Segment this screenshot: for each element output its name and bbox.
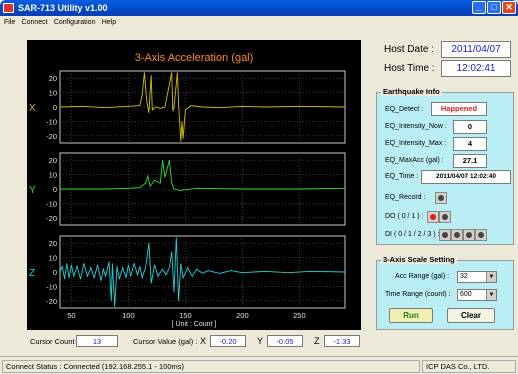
chart-title: 3-Axis Acceleration (gal) — [135, 52, 254, 64]
di-3-led — [475, 229, 487, 241]
cursor-z-field: -1.33 — [324, 335, 360, 347]
di-label: DI ( 0 / 1 / 2 / 3 ) : — [385, 231, 440, 238]
connect-status: Connect Status : Connected (192.168.255.… — [2, 360, 420, 373]
do-1-led[interactable] — [439, 211, 451, 223]
clear-button[interactable]: Clear — [447, 308, 495, 323]
eq-time-field: 2011/04/07 12:02:40 — [421, 170, 511, 184]
menu-connect[interactable]: Connect — [22, 16, 48, 29]
eq-intensity-max-field: 4 — [453, 137, 487, 151]
y-tick-label: -10 — [46, 199, 57, 208]
title-bar: SAR-713 Utility v1.00 _ □ ✕ — [0, 0, 518, 16]
x-tick-label: 100 — [122, 311, 135, 320]
host-date-field: 2011/04/07 — [441, 41, 511, 58]
cursor-x-label: X — [200, 336, 207, 346]
earthquake-info-group: Earthquake Info EQ_Detect : Happened EQ_… — [376, 87, 514, 245]
host-time-label: Host Time : — [384, 63, 435, 74]
x-tick-label: 150 — [179, 311, 192, 320]
company-label: ICP DAS Co., LTD. — [422, 360, 516, 373]
series-label-z: Z — [29, 268, 35, 279]
menu-bar: File Connect Configuration Help — [0, 16, 518, 29]
time-range-label: Time Range (count) : — [385, 291, 451, 298]
status-bar: Connect Status : Connected (192.168.255.… — [0, 356, 518, 374]
maximize-button[interactable]: □ — [487, 1, 501, 14]
y-tick-label: 10 — [49, 254, 57, 263]
y-tick-label: -20 — [46, 214, 57, 223]
acc-range-label: Acc Range (gal) : — [395, 273, 450, 280]
host-time-field: 12:02:41 — [441, 60, 511, 77]
y-tick-label: 20 — [49, 74, 57, 83]
app-icon — [3, 3, 14, 13]
acc-range-select[interactable]: 32 ▼ — [457, 271, 497, 283]
eq-maxacc-label: EQ_MaxAcc (gal) : — [385, 157, 444, 164]
cursor-z-label: Z — [314, 336, 320, 346]
y-tick-label: 10 — [49, 171, 57, 180]
menu-file[interactable]: File — [4, 16, 15, 29]
y-tick-label: -10 — [46, 117, 57, 126]
host-date-label: Host Date : — [384, 44, 435, 55]
run-button[interactable]: Run — [389, 308, 433, 323]
y-tick-label: 20 — [49, 156, 57, 165]
y-tick-label: -10 — [46, 282, 57, 291]
eq-maxacc-field: 27.1 — [453, 154, 487, 168]
y-tick-label: -20 — [46, 297, 57, 306]
cursor-y-label: Y — [257, 336, 264, 346]
eq-detect-field: Happened — [431, 102, 487, 116]
eq-detect-label: EQ_Detect : — [385, 106, 424, 113]
x-axis-label: [ Unit : Count ] — [172, 321, 217, 328]
di-1-led — [451, 229, 463, 241]
eq-time-label: EQ_Time : — [385, 173, 419, 180]
cursor-count-field: 13 — [76, 335, 118, 347]
eq-intensity-now-label: EQ_Intensity_Now : — [385, 123, 447, 130]
series-label-y: Y — [29, 185, 36, 196]
x-tick-label: 50 — [67, 311, 75, 320]
cursor-x-field: -0.20 — [210, 335, 246, 347]
eq-intensity-max-label: EQ_Intensity_Max : — [385, 140, 447, 147]
menu-help[interactable]: Help — [102, 16, 116, 29]
acc-range-value: 32 — [460, 273, 468, 280]
window-title: SAR-713 Utility v1.00 — [18, 3, 108, 13]
y-tick-label: -20 — [46, 132, 57, 141]
eq-record-led[interactable] — [435, 192, 447, 204]
cursor-y-field: -0.05 — [267, 335, 303, 347]
eq-intensity-now-field: 0 — [453, 120, 487, 134]
y-tick-label: 0 — [53, 103, 57, 112]
menu-configuration[interactable]: Configuration — [54, 16, 96, 29]
scale-setting-group: 3-Axis Scale Setting Acc Range (gal) : 3… — [376, 255, 514, 330]
acceleration-chart-panel[interactable]: 3-Axis Acceleration (gal) 20 10 0 -10 -20 X 20 1… — [27, 40, 361, 330]
x-tick-label: 250 — [293, 311, 306, 320]
scale-setting-title: 3-Axis Scale Setting — [381, 255, 457, 264]
series-line-y — [60, 160, 346, 191]
cursor-count-label: Cursor Count : — [30, 337, 79, 346]
series-label-x: X — [29, 103, 36, 114]
y-tick-label: 10 — [49, 89, 57, 98]
chevron-down-icon[interactable]: ▼ — [486, 272, 496, 282]
di-2-led — [463, 229, 475, 241]
y-tick-label: 0 — [53, 185, 57, 194]
do-0-led[interactable] — [427, 211, 439, 223]
earthquake-info-title: Earthquake Info — [381, 87, 442, 96]
time-range-select[interactable]: 600 ▼ — [457, 289, 497, 301]
y-tick-label: 0 — [53, 268, 57, 277]
time-range-value: 600 — [460, 291, 472, 298]
y-tick-label: 20 — [49, 239, 57, 248]
eq-record-label: EQ_Record : — [385, 194, 426, 201]
chevron-down-icon[interactable]: ▼ — [486, 290, 496, 300]
series-line-z — [59, 237, 346, 307]
do-label: DO ( 0 / 1 ) : — [385, 213, 424, 220]
minimize-button[interactable]: _ — [472, 1, 486, 14]
di-0-led — [439, 229, 451, 241]
close-button[interactable]: ✕ — [502, 1, 516, 14]
x-tick-label: 200 — [236, 311, 249, 320]
acceleration-chart[interactable]: 3-Axis Acceleration (gal)20100-10-20X201… — [27, 40, 361, 330]
cursor-value-label: Cursor Value (gal) : — [133, 337, 198, 346]
